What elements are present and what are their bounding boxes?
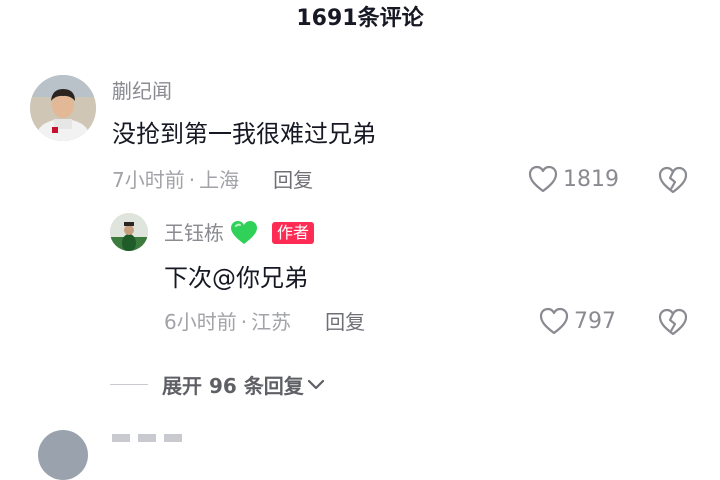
reply-location: 江苏 [251, 310, 292, 334]
comment-time: 7小时前 [112, 168, 185, 192]
reply-meta: 6小时前 · 江苏 回复 [164, 309, 365, 335]
broken-heart-icon[interactable] [657, 165, 689, 195]
reply-username[interactable]: 王钰栋 [164, 220, 224, 246]
reply-button[interactable]: 回复 [273, 167, 313, 193]
reply-username-row: 王钰栋 作者 [164, 220, 315, 246]
reply-like-button[interactable]: 797 [538, 306, 616, 336]
comment-meta: 7小时前 · 上海 回复 [112, 167, 313, 193]
divider [110, 384, 148, 385]
expand-replies-button[interactable]: 展开 96 条回复 [110, 370, 326, 399]
meta-separator: · [240, 310, 248, 334]
next-comment-username-partial [112, 434, 182, 442]
reply-button[interactable]: 回复 [325, 309, 365, 335]
reply-time: 6小时前 [164, 310, 237, 334]
reply-avatar[interactable] [110, 213, 148, 251]
comment-username[interactable]: 蒯纪闻 [112, 78, 172, 104]
like-button[interactable]: 1819 [527, 164, 619, 194]
author-badge: 作者 [272, 222, 315, 244]
meta-separator: · [188, 168, 196, 192]
comment-text: 没抢到第一我很难过兄弟 [112, 120, 376, 148]
chevron-down-icon [307, 379, 324, 389]
comments-count-title: 1691条评论 [296, 6, 424, 31]
avatar-photo [110, 213, 148, 251]
green-heart-icon [231, 221, 257, 244]
broken-heart-icon[interactable] [657, 307, 689, 337]
reply-like-count: 797 [574, 308, 616, 334]
avatar-photo [30, 75, 96, 141]
expand-replies-label: 展开 96 条回复 [162, 374, 304, 398]
avatar[interactable] [30, 75, 96, 141]
like-count: 1819 [563, 166, 619, 192]
reply-text: 下次@你兄弟 [164, 264, 308, 292]
heart-outline-icon [539, 307, 569, 335]
heart-outline-icon [528, 165, 558, 193]
comment-location: 上海 [199, 168, 240, 192]
